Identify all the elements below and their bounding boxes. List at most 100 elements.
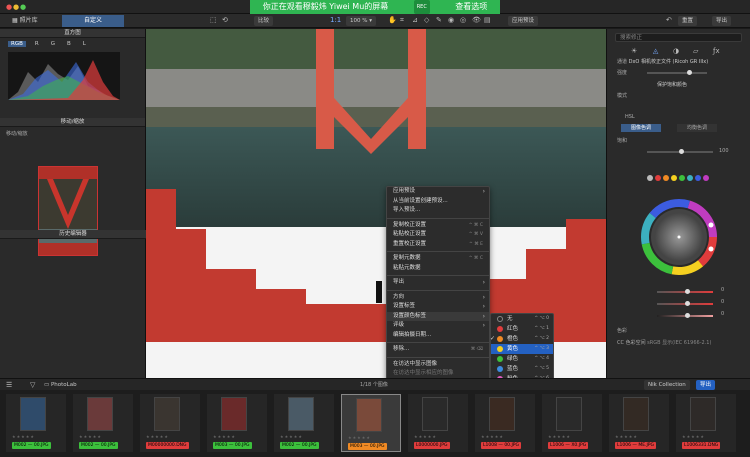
geometry-icon[interactable]: ▱ bbox=[693, 46, 698, 56]
swatch-orange[interactable] bbox=[663, 175, 669, 181]
redeye-icon[interactable]: ◎ bbox=[460, 15, 466, 25]
filmstrip-thumbnail[interactable]: ★★★★★ L1006 — X0.JPG bbox=[542, 394, 602, 452]
channel-r[interactable]: R bbox=[32, 41, 42, 47]
intensity-handle[interactable] bbox=[687, 70, 692, 75]
menu-item[interactable]: 粘贴元数据 bbox=[387, 264, 489, 274]
export-button[interactable]: 导出 bbox=[696, 380, 716, 390]
menu-item[interactable]: 导出 › bbox=[387, 278, 489, 288]
tab-customize[interactable]: 自定义 bbox=[62, 15, 124, 27]
hsl-title[interactable]: HSL bbox=[625, 114, 635, 120]
horizon-tool-icon[interactable]: ⊿ bbox=[412, 15, 418, 25]
filmstrip-thumbnail[interactable]: ★★★★★ M003 — 00.JPG bbox=[207, 394, 267, 452]
menu-item[interactable]: 设置标签 › bbox=[387, 302, 489, 312]
histogram-header[interactable]: 直方图 bbox=[0, 29, 145, 38]
lum-slider[interactable] bbox=[657, 313, 713, 318]
hue-slider[interactable] bbox=[657, 289, 713, 294]
tab-image-tone[interactable]: 图像色调 bbox=[621, 124, 661, 132]
minimize-window-icon[interactable]: ● bbox=[13, 2, 19, 12]
local-adjust-icon[interactable]: ◉ bbox=[448, 15, 454, 25]
crop-tool-icon[interactable]: ⌗ bbox=[400, 15, 404, 25]
color-label-item[interactable]: 红色 ^ ⌥ 1 bbox=[491, 324, 553, 334]
menu-item[interactable]: 在访达中显示图像 bbox=[387, 360, 489, 370]
color-wheel[interactable] bbox=[641, 199, 717, 275]
lum-value[interactable]: 0 bbox=[721, 311, 724, 317]
filmstrip-thumbnail[interactable]: ★★★★★ L1006 — ME.JPG bbox=[609, 394, 669, 452]
saturation-slider[interactable] bbox=[647, 149, 713, 154]
apply-preset-button[interactable]: 应用预设 bbox=[508, 16, 539, 26]
sat-value[interactable]: 0 bbox=[721, 299, 724, 305]
perspective-tool-icon[interactable]: ◇ bbox=[424, 15, 429, 25]
color-correction-title[interactable]: 色彩 bbox=[617, 327, 627, 334]
rating-stars-icon[interactable]: ★★★★★ bbox=[213, 434, 236, 439]
rating-stars-icon[interactable]: ★★★★★ bbox=[548, 434, 571, 439]
filmstrip-thumbnail[interactable]: ★★★★★ M002 — 00.JPG bbox=[6, 394, 66, 452]
swatch-blue[interactable] bbox=[695, 175, 701, 181]
menu-item[interactable]: 复制校正设置 ^ ⌘ C bbox=[387, 221, 489, 231]
view-options-button[interactable]: 查看选项 bbox=[455, 0, 487, 14]
lum-handle[interactable] bbox=[685, 313, 690, 318]
channel-rgb[interactable]: RGB bbox=[8, 41, 26, 47]
rating-stars-icon[interactable]: ★★★★★ bbox=[682, 434, 705, 439]
swatch-magenta[interactable] bbox=[703, 175, 709, 181]
rating-stars-icon[interactable]: ★★★★★ bbox=[146, 434, 169, 439]
navigator-thumbnail[interactable] bbox=[38, 166, 98, 256]
swatch-yellow[interactable] bbox=[671, 175, 677, 181]
channel-l[interactable]: L bbox=[80, 41, 89, 47]
filmstrip-thumbnail[interactable]: ★★★★★ L1006331.DNG bbox=[676, 394, 736, 452]
filmstrip-thumbnail[interactable]: ★★★★★ M00000000.DNG bbox=[140, 394, 200, 452]
sat-slider[interactable] bbox=[657, 301, 713, 306]
compare-button[interactable]: 比较 bbox=[254, 16, 274, 26]
export-top-button[interactable]: 导出 bbox=[712, 16, 732, 26]
saturation-value[interactable]: 100 bbox=[719, 148, 729, 154]
rating-stars-icon[interactable]: ★★★★★ bbox=[414, 434, 437, 439]
eye-icon[interactable]: 👁 bbox=[472, 15, 481, 25]
repair-tool-icon[interactable]: ✎ bbox=[436, 15, 442, 25]
tab-uniform-tone[interactable]: 均衡色调 bbox=[677, 124, 717, 132]
menu-item[interactable]: 编辑拍摄日期... bbox=[387, 331, 489, 341]
rating-stars-icon[interactable]: ★★★★★ bbox=[12, 434, 35, 439]
color-label-item[interactable]: ✓ 橙色 ^ ⌥ 2 bbox=[490, 334, 553, 344]
color-label-item[interactable]: 无 ^ ⌥ 0 bbox=[491, 314, 553, 324]
filmstrip-thumbnail[interactable]: ★★★★★ M002 — 00.JPG bbox=[73, 394, 133, 452]
menu-item[interactable]: 粘贴校正设置 ^ ⌘ V bbox=[387, 230, 489, 240]
color-label-item[interactable]: 蓝色 ^ ⌥ 5 bbox=[491, 364, 553, 374]
history-header[interactable]: 历史编辑器 bbox=[0, 230, 146, 239]
filmstrip-thumbnail[interactable]: ★★★★★ L1008 — 00.JPG bbox=[475, 394, 535, 452]
navigator-header[interactable]: 移动/缩放 bbox=[0, 118, 145, 127]
channel-b[interactable]: B bbox=[64, 41, 74, 47]
protect-title[interactable]: 保护饱和颜色 bbox=[657, 81, 687, 88]
cc-value[interactable]: sRGB 显示(IEC 61966-2.1) bbox=[647, 340, 711, 346]
intensity-slider[interactable] bbox=[647, 70, 707, 75]
light-icon[interactable]: ☀ bbox=[631, 46, 637, 56]
zoom-select[interactable]: 100 % ▾ bbox=[346, 16, 376, 26]
menu-item[interactable]: 评级 › bbox=[387, 321, 489, 331]
fx-icon[interactable]: ƒx bbox=[713, 46, 720, 56]
sat-handle[interactable] bbox=[685, 301, 690, 306]
menu-item[interactable]: 移除... ⌘ ⌫ bbox=[387, 345, 489, 355]
filmstrip-thumbnail[interactable]: ★★★★★ M003 — 00.JPG bbox=[341, 394, 401, 452]
rating-stars-icon[interactable]: ★★★★★ bbox=[79, 434, 102, 439]
swatch-green[interactable] bbox=[679, 175, 685, 181]
straighten-icon[interactable]: ⟲ bbox=[222, 15, 228, 25]
hue-handle[interactable] bbox=[685, 289, 690, 294]
overlay-icon[interactable]: ▤ bbox=[484, 15, 491, 25]
undo-icon[interactable]: ↶ bbox=[666, 15, 672, 25]
menu-item[interactable]: 设置颜色标签 › bbox=[387, 311, 489, 321]
crop-icon[interactable]: ⬚ bbox=[210, 15, 217, 25]
channel-g[interactable]: G bbox=[48, 41, 58, 47]
rating-stars-icon[interactable]: ★★★★★ bbox=[481, 434, 504, 439]
swatch-all[interactable] bbox=[647, 175, 653, 181]
detail-icon[interactable]: ◑ bbox=[673, 46, 679, 56]
color-icon[interactable]: ◬ bbox=[653, 46, 658, 56]
swatch-cyan[interactable] bbox=[687, 175, 693, 181]
menu-item[interactable]: 导入预设... bbox=[387, 206, 489, 216]
swatch-red[interactable] bbox=[655, 175, 661, 181]
saturation-handle[interactable] bbox=[679, 149, 684, 154]
rating-stars-icon[interactable]: ★★★★★ bbox=[615, 434, 638, 439]
correction-search-input[interactable]: 搜索修正 bbox=[615, 33, 742, 42]
folder-path[interactable]: ▭ PhotoLab bbox=[44, 380, 77, 390]
color-label-item[interactable]: 绿色 ^ ⌥ 4 bbox=[491, 354, 553, 364]
zoom-window-icon[interactable]: ● bbox=[20, 2, 26, 12]
close-window-icon[interactable]: ● bbox=[6, 2, 12, 12]
sort-icon[interactable]: ☰ bbox=[6, 380, 12, 390]
